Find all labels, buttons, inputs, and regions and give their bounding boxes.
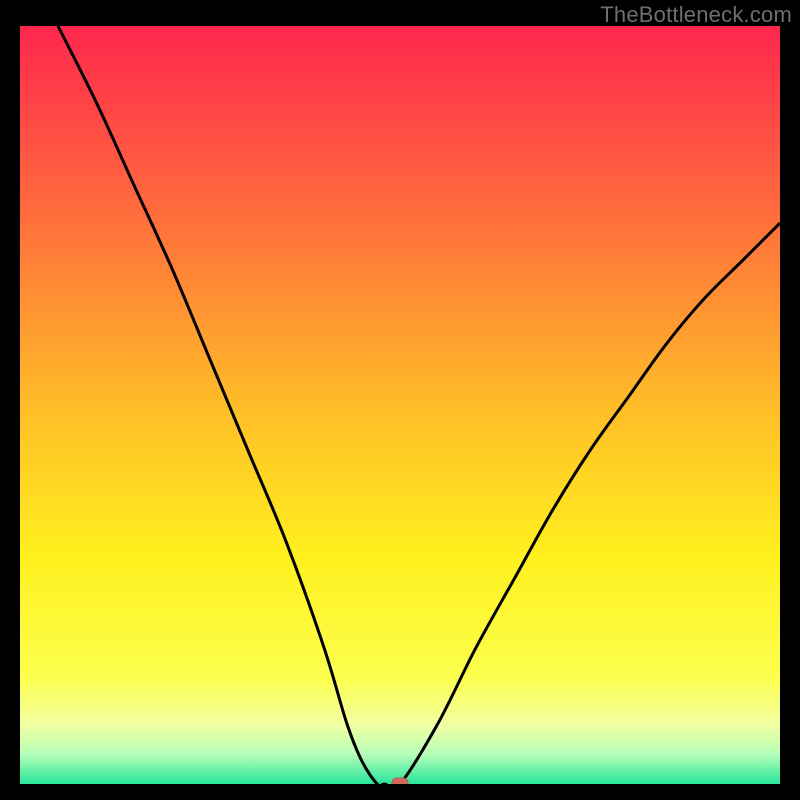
optimal-point-marker-icon <box>392 778 408 784</box>
chart-frame: TheBottleneck.com <box>0 0 800 800</box>
plot-area <box>20 26 780 784</box>
watermark-text: TheBottleneck.com <box>600 2 792 28</box>
bottleneck-chart <box>20 26 780 784</box>
gradient-background <box>20 26 780 784</box>
